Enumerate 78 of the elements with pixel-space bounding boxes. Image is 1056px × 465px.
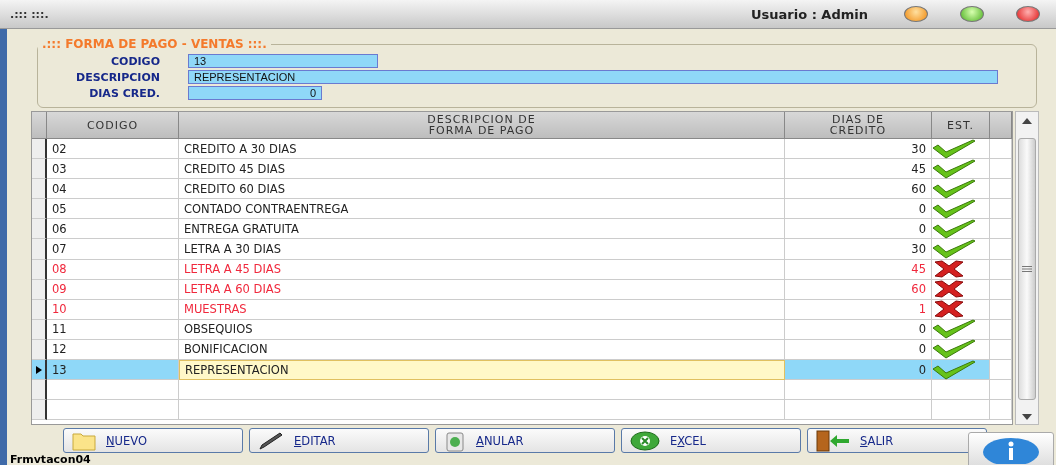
form-group-title: .::: FORMA DE PAGO - VENTAS :::.	[41, 37, 268, 51]
table-cell: 0	[785, 199, 932, 220]
table-cell: 30	[785, 139, 932, 160]
void-button[interactable]: ANULAR	[435, 428, 615, 453]
status-text: Frmvtacon04	[10, 453, 91, 465]
column-header[interactable]: CODIGO	[47, 112, 179, 139]
row-header[interactable]	[32, 400, 47, 421]
close-button[interactable]	[1016, 6, 1040, 22]
table-cell: 10	[47, 299, 179, 320]
table-cell: 03	[47, 159, 179, 180]
table-cell: 45	[785, 259, 932, 280]
edit-button[interactable]: EDITAR	[249, 428, 429, 453]
new-button[interactable]: NUEVO	[63, 428, 243, 453]
recycle-bin-icon	[444, 429, 466, 452]
field-label: DIAS CRED.	[88, 86, 161, 100]
scroll-thumb[interactable]	[1018, 138, 1036, 400]
table-cell: 60	[785, 179, 932, 200]
table-cell: LETRA A 45 DIAS	[179, 259, 785, 280]
table-cell: 04	[47, 179, 179, 200]
info-button[interactable]	[968, 432, 1054, 465]
table-cell: REPRESENTACION	[179, 360, 785, 381]
table-cell: CREDITO 60 DIAS	[179, 179, 785, 200]
row-header[interactable]	[32, 239, 47, 260]
table-cell: 13	[47, 360, 179, 381]
field-label: CODIGO	[109, 54, 161, 68]
row-header[interactable]	[32, 139, 47, 160]
minimize-button[interactable]	[904, 6, 928, 22]
table-cell: 07	[47, 239, 179, 260]
table-cell: LETRA A 60 DIAS	[179, 279, 785, 300]
table-cell: OBSEQUIOS	[179, 319, 785, 340]
excel-button[interactable]: EXCEL	[621, 428, 801, 453]
window-title: .::: :::.	[10, 7, 50, 21]
user-label: Usuario : Admin	[751, 6, 868, 22]
table-cell: 02	[47, 139, 179, 160]
maximize-button[interactable]	[960, 6, 984, 22]
scrollbar[interactable]	[1015, 111, 1039, 425]
table-cell: 30	[785, 239, 932, 260]
input-field[interactable]: 0	[188, 86, 322, 100]
table-cell: LETRA A 30 DIAS	[179, 239, 785, 260]
input-field[interactable]: 13	[188, 54, 378, 68]
table-cell: ENTREGA GRATUITA	[179, 219, 785, 240]
pen-icon	[258, 430, 284, 451]
row-header[interactable]	[32, 159, 47, 180]
scroll-up-icon[interactable]	[1022, 118, 1032, 124]
row-header[interactable]	[32, 380, 47, 401]
table-cell: CREDITO A 30 DIAS	[179, 139, 785, 160]
table-cell: 09	[47, 279, 179, 300]
row-header[interactable]	[32, 179, 47, 200]
row-header[interactable]	[32, 219, 47, 240]
current-row-icon	[35, 365, 42, 374]
table-cell: 11	[47, 319, 179, 340]
door-arrow-icon	[816, 429, 850, 452]
column-header[interactable]: DESCRIPCION DE FORMA DE PAGO	[179, 112, 785, 139]
header-corner	[32, 112, 47, 139]
table-cell: 0	[785, 319, 932, 340]
table-cell: 45	[785, 159, 932, 180]
table-cell: 0	[785, 360, 932, 381]
table-cell: 06	[47, 219, 179, 240]
table-cell: 60	[785, 279, 932, 300]
table-cell: 05	[47, 199, 179, 220]
table-cell: MUESTRAS	[179, 299, 785, 320]
table-cell: CREDITO 45 DIAS	[179, 159, 785, 180]
table-cell: CONTADO CONTRAENTREGA	[179, 199, 785, 220]
x-circle-icon	[630, 430, 660, 451]
table-cell: 0	[785, 219, 932, 240]
row-header[interactable]	[32, 199, 47, 220]
field-label: DESCRIPCION	[75, 70, 161, 84]
scroll-down-icon[interactable]	[1022, 414, 1032, 420]
exit-button[interactable]: SALIR	[807, 428, 987, 453]
grip-icon	[1022, 266, 1032, 272]
column-header[interactable]: EST.	[932, 112, 990, 139]
column-header[interactable]: DIAS DE CREDITO	[785, 112, 932, 139]
input-field[interactable]: REPRESENTACION	[188, 70, 998, 84]
folder-icon	[72, 430, 96, 451]
header-filler	[990, 112, 1012, 139]
row-header[interactable]	[32, 360, 47, 381]
table-cell: 08	[47, 259, 179, 280]
table-cell: 1	[785, 299, 932, 320]
